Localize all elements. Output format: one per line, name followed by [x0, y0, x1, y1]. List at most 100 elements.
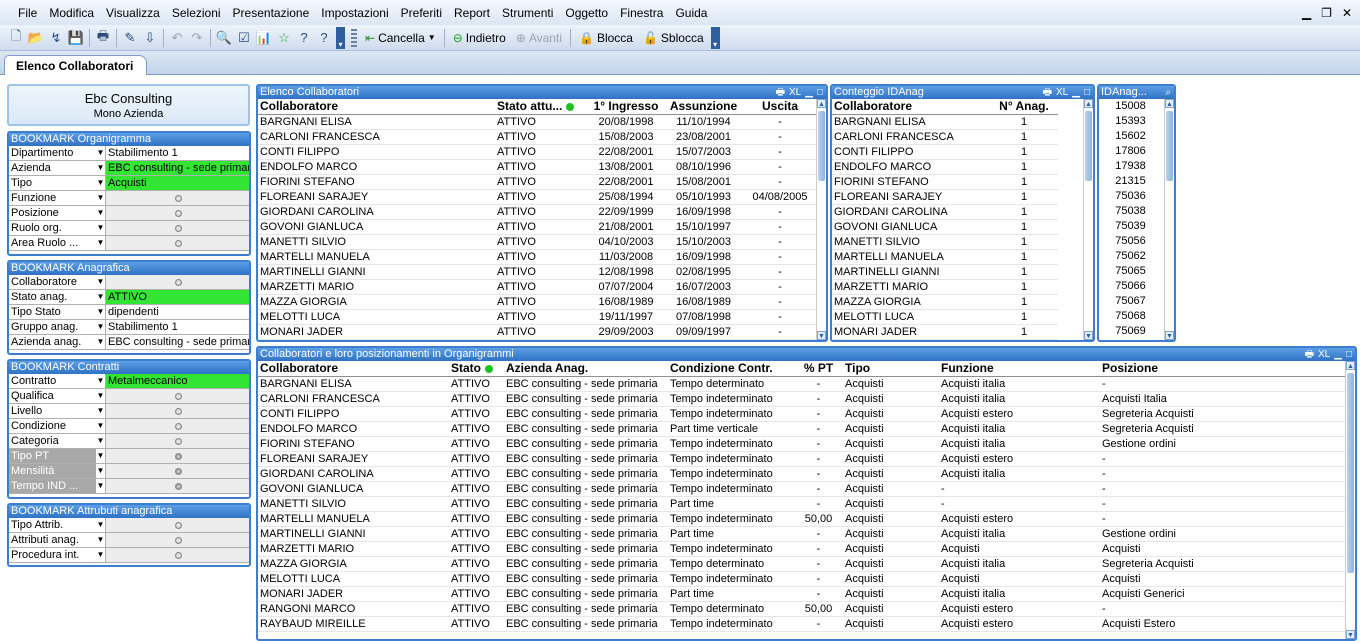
table-row[interactable]: MARZETTI MARIO ATTIVO EBC consulting - sed…: [258, 541, 1345, 557]
column-header[interactable]: Stato attu...: [495, 99, 587, 115]
field-row[interactable]: Dipartimento ▼ Stabilimento 1: [9, 146, 249, 161]
vertical-scrollbar[interactable]: ▲ ▼: [1345, 361, 1355, 639]
field-value[interactable]: EBC consulting - sede primaria: [106, 335, 249, 349]
column-header[interactable]: Collaboratore: [258, 99, 495, 115]
table-row[interactable]: CARLONI FRANCESCA ATTIVO 15/08/2003 23/08/2…: [258, 129, 818, 145]
indietro-button[interactable]: ⊖ Indietro: [448, 31, 511, 45]
table-row[interactable]: GOVONI GIANLUCA ATTIVO EBC consulting - se…: [258, 481, 1345, 497]
chevron-down-icon[interactable]: ▼: [96, 191, 106, 205]
minimize-icon[interactable]: ▁: [805, 86, 813, 99]
chevron-down-icon[interactable]: ▼: [96, 518, 106, 532]
table-row[interactable]: FLOREANI SARAJEY ATTIVO EBC consulting - s…: [258, 451, 1345, 467]
star-icon[interactable]: ☆: [274, 28, 294, 48]
chevron-down-icon[interactable]: ▼: [428, 33, 436, 42]
table-row[interactable]: ENDOLFO MARCO ATTIVO 13/08/2001 08/10/1996-: [258, 159, 818, 175]
new-doc-icon[interactable]: 🗋: [6, 28, 26, 48]
scroll-up-icon[interactable]: ▲: [817, 99, 826, 108]
context-help-icon[interactable]: ?: [314, 28, 334, 48]
table-row[interactable]: MARTINELLI GIANNI 1: [832, 264, 1058, 280]
field-row[interactable]: Tipo Attrib. ▼: [9, 518, 249, 533]
column-header[interactable]: Collaboratore: [258, 361, 449, 377]
reload-icon[interactable]: ↯: [46, 28, 66, 48]
list-item[interactable]: 15393: [1099, 114, 1174, 129]
field-value[interactable]: Stabilimento 1: [106, 146, 249, 160]
table-row[interactable]: MAZZA GIORGIA 1: [832, 294, 1058, 310]
check-icon[interactable]: ☑: [234, 28, 254, 48]
undo-icon[interactable]: ↶: [167, 28, 187, 48]
table-row[interactable]: GIORDANI CAROLINA ATTIVO 22/09/1999 16/09/1…: [258, 204, 818, 220]
column-header[interactable]: Azienda Anag.: [504, 361, 668, 377]
chevron-down-icon[interactable]: ▼: [96, 161, 106, 175]
scroll-down-icon[interactable]: ▼: [1084, 331, 1093, 340]
scroll-down-icon[interactable]: ▼: [817, 331, 826, 340]
field-row[interactable]: Posizione ▼: [9, 206, 249, 221]
scroll-thumb[interactable]: [1085, 111, 1092, 181]
cancella-button[interactable]: ⇤ Cancella ▼: [360, 31, 441, 45]
vertical-scrollbar[interactable]: ▲ ▼: [1083, 99, 1093, 340]
table-row[interactable]: CARLONI FRANCESCA 1: [832, 129, 1058, 145]
list-item[interactable]: 75036: [1099, 189, 1174, 204]
minimize-icon[interactable]: ▁: [1334, 348, 1342, 361]
chevron-down-icon[interactable]: ▼: [96, 389, 106, 403]
field-value[interactable]: [106, 236, 249, 250]
field-value[interactable]: [106, 548, 249, 562]
field-row[interactable]: Gruppo anag. ▼ Stabilimento 1: [9, 320, 249, 335]
table-row[interactable]: MONARI JADER ATTIVO 29/09/2003 09/09/1997-: [258, 324, 818, 340]
chart-wizard-icon[interactable]: 📊: [254, 28, 274, 48]
column-header[interactable]: Collaboratore: [832, 99, 990, 115]
table-row[interactable]: CONTI FILIPPO ATTIVO EBC consulting - sede…: [258, 406, 1345, 422]
field-value[interactable]: Stabilimento 1: [106, 320, 249, 334]
list-item[interactable]: 75067: [1099, 294, 1174, 309]
column-header[interactable]: N° Anag.: [990, 99, 1058, 115]
table-row[interactable]: MARZETTI MARIO 1: [832, 279, 1058, 295]
chevron-down-icon[interactable]: ▼: [96, 290, 106, 304]
field-value[interactable]: [106, 449, 249, 463]
table-row[interactable]: ENDOLFO MARCO 1: [832, 159, 1058, 175]
table-row[interactable]: FLOREANI SARAJEY 1: [832, 189, 1058, 205]
chevron-down-icon[interactable]: ▼: [96, 305, 106, 319]
table-row[interactable]: MARTINELLI GIANNI ATTIVO EBC consulting - …: [258, 526, 1345, 542]
list-item[interactable]: 17806: [1099, 144, 1174, 159]
list-item[interactable]: 75069: [1099, 324, 1174, 339]
chevron-down-icon[interactable]: ▼: [96, 464, 106, 478]
save-icon[interactable]: 💾: [66, 28, 86, 48]
menu-item-preferiti[interactable]: Preferiti: [395, 6, 448, 20]
table-row[interactable]: MARTELLI MANUELA ATTIVO 11/03/2008 16/09/19…: [258, 249, 818, 265]
field-value[interactable]: EBC consulting - sede primaria: [106, 161, 249, 175]
list-item[interactable]: 21315: [1099, 174, 1174, 189]
field-row[interactable]: Azienda ▼ EBC consulting - sede primaria: [9, 161, 249, 176]
table-row[interactable]: BARGNANI ELISA ATTIVO EBC consulting - sed…: [258, 376, 1345, 392]
search-icon[interactable]: ⌕: [1165, 86, 1171, 99]
field-row[interactable]: Tempo IND ... ▼: [9, 479, 249, 494]
field-row[interactable]: Categoria ▼: [9, 434, 249, 449]
field-value[interactable]: [106, 404, 249, 418]
chevron-down-icon[interactable]: ▼: [96, 419, 106, 433]
field-value[interactable]: Metalmeccanico: [106, 374, 249, 388]
field-row[interactable]: Tipo ▼ Acquisti: [9, 176, 249, 191]
menu-item-presentazione[interactable]: Presentazione: [227, 6, 316, 20]
field-value[interactable]: [106, 191, 249, 205]
column-header[interactable]: 1° Ingresso: [587, 99, 665, 115]
column-header[interactable]: Tipo: [843, 361, 939, 377]
maximize-icon[interactable]: □: [1346, 348, 1352, 361]
scroll-up-icon[interactable]: ▲: [1165, 99, 1174, 108]
menu-item-report[interactable]: Report: [448, 6, 496, 20]
table-row[interactable]: CONTI FILIPPO 1: [832, 144, 1058, 160]
chevron-down-icon[interactable]: ▼: [96, 320, 106, 334]
table-row[interactable]: MELOTTI LUCA ATTIVO 19/11/1997 07/08/1998-: [258, 309, 818, 325]
column-header[interactable]: Assunzione: [665, 99, 742, 115]
column-header[interactable]: Stato: [449, 361, 504, 377]
maximize-icon[interactable]: □: [817, 86, 823, 99]
table-row[interactable]: MONARI JADER ATTIVO EBC consulting - sede …: [258, 586, 1345, 602]
open-folder-icon[interactable]: 📂: [26, 28, 46, 48]
table-row[interactable]: MARTELLI MANUELA ATTIVO EBC consulting - s…: [258, 511, 1345, 527]
field-row[interactable]: Ruolo org. ▼: [9, 221, 249, 236]
blocca-button[interactable]: 🔒 Blocca: [574, 31, 638, 45]
toolbar-grip[interactable]: [351, 28, 357, 47]
list-item[interactable]: 15008: [1099, 99, 1174, 114]
table-row[interactable]: MANETTI SILVIO 1: [832, 234, 1058, 250]
close-icon[interactable]: ✕: [1342, 6, 1352, 20]
list-item[interactable]: 75068: [1099, 309, 1174, 324]
table-row[interactable]: FIORINI STEFANO ATTIVO 22/08/2001 15/08/200…: [258, 174, 818, 190]
scroll-up-icon[interactable]: ▲: [1084, 99, 1093, 108]
